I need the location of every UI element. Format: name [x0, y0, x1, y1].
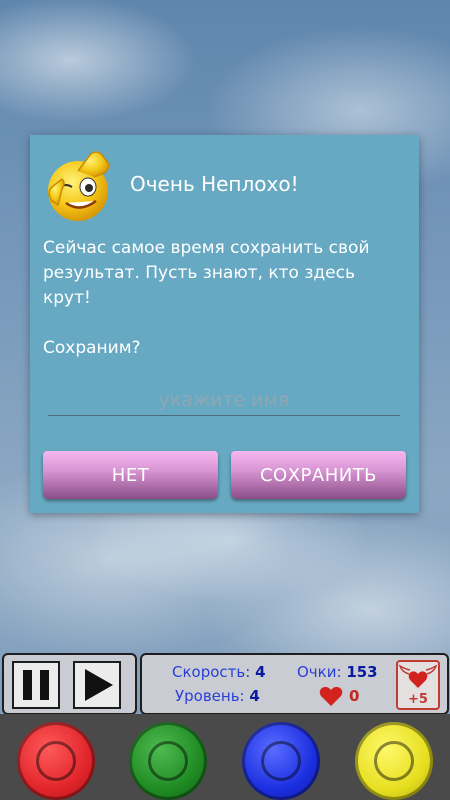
play-button[interactable]	[73, 661, 121, 709]
playback-controls	[2, 653, 137, 715]
yellow-button[interactable]	[355, 722, 433, 800]
color-button-bar	[0, 714, 450, 800]
dialog-message: Сейчас самое время сохранить свой резуль…	[43, 238, 370, 358]
lives-stat: 0	[319, 685, 359, 707]
score-value: 153	[346, 663, 378, 681]
winged-heart-icon	[398, 664, 438, 688]
winking-emoji-icon	[48, 151, 110, 221]
pause-icon	[23, 670, 49, 700]
dialog-title: Очень Неплохо!	[130, 172, 299, 196]
blue-button-center	[261, 741, 301, 781]
score-label: Очки:	[297, 663, 342, 681]
green-button[interactable]	[129, 722, 207, 800]
save-button[interactable]: СОХРАНИТЬ	[231, 451, 406, 499]
score-stat: Очки: 153	[297, 663, 378, 681]
red-button-center	[36, 741, 76, 781]
level-value: 4	[249, 687, 260, 705]
pause-button[interactable]	[12, 661, 60, 709]
name-input[interactable]	[48, 385, 400, 416]
lives-value: 0	[349, 687, 360, 705]
speed-stat: Скорость: 4	[172, 663, 266, 681]
level-stat: Уровень: 4	[175, 687, 260, 705]
level-label: Уровень:	[175, 687, 245, 705]
bonus-label: +5	[408, 692, 428, 707]
blue-button[interactable]	[242, 722, 320, 800]
speed-value: 4	[255, 663, 266, 681]
bonus-life-button[interactable]: +5	[396, 660, 440, 710]
green-button-center	[148, 741, 188, 781]
heart-icon	[319, 686, 343, 706]
speed-label: Скорость:	[172, 663, 251, 681]
yellow-button-center	[374, 741, 414, 781]
play-icon	[85, 669, 113, 701]
stats-panel: Скорость: 4 Очки: 153 Уровень: 4 0 +5	[140, 653, 449, 715]
red-button[interactable]	[17, 722, 95, 800]
no-button[interactable]: НЕТ	[43, 451, 218, 499]
save-score-dialog: Очень Неплохо! Сейчас самое время сохран…	[30, 135, 419, 513]
